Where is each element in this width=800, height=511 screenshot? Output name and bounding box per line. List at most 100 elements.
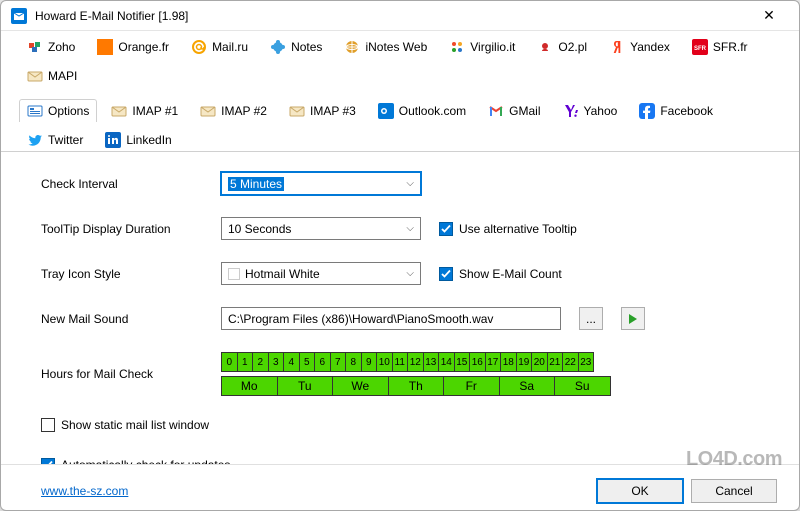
- titlebar: Howard E-Mail Notifier [1.98] ✕: [1, 1, 799, 31]
- hours-for-mail-check-label: Hours for Mail Check: [41, 367, 221, 381]
- imap-1-icon: [111, 103, 127, 119]
- tab-gmail[interactable]: GMail: [480, 99, 548, 122]
- hour-cell-22[interactable]: 22: [562, 352, 579, 372]
- tab-label: Virgilio.it: [470, 40, 515, 54]
- checkbox-icon: [41, 418, 55, 432]
- tab-options[interactable]: Options: [19, 99, 97, 122]
- show-static-mail-list-checkbox[interactable]: Show static mail list window: [41, 418, 209, 432]
- hour-cell-4[interactable]: 4: [283, 352, 300, 372]
- new-mail-sound-label: New Mail Sound: [41, 312, 221, 326]
- hour-cell-20[interactable]: 20: [531, 352, 548, 372]
- tab-virgilio-it[interactable]: Virgilio.it: [441, 35, 523, 58]
- tab-label: Outlook.com: [399, 104, 466, 118]
- close-button[interactable]: ✕: [749, 2, 789, 30]
- yandex-icon: [609, 39, 625, 55]
- tab-label: Twitter: [48, 133, 83, 147]
- tab-label: GMail: [509, 104, 540, 118]
- imap-2-icon: [200, 103, 216, 119]
- day-cell-th[interactable]: Th: [388, 376, 445, 396]
- hour-cell-2[interactable]: 2: [252, 352, 269, 372]
- play-sound-button[interactable]: [621, 307, 645, 330]
- tab-label: O2.pl: [558, 40, 587, 54]
- schedule-grid: 01234567891011121314151617181920212223 M…: [221, 352, 610, 396]
- tab-label: Mail.ru: [212, 40, 248, 54]
- tab-orange-fr[interactable]: Orange.fr: [89, 35, 177, 58]
- day-cell-sa[interactable]: Sa: [499, 376, 556, 396]
- gmail-icon: [488, 103, 504, 119]
- cancel-button[interactable]: Cancel: [691, 479, 777, 503]
- show-email-count-checkbox[interactable]: Show E-Mail Count: [439, 267, 562, 281]
- day-cell-fr[interactable]: Fr: [443, 376, 500, 396]
- tab-strip: Zoho Orange.fr Mail.ru Notes iNotes Web Virgi…: [1, 31, 799, 152]
- chevron-down-icon: ⌵: [406, 178, 414, 189]
- tab-facebook[interactable]: Facebook: [631, 99, 721, 122]
- tab-linkedin[interactable]: LinkedIn: [97, 128, 179, 151]
- tab-imap-2[interactable]: IMAP #2: [192, 99, 275, 122]
- hour-cell-10[interactable]: 10: [376, 352, 393, 372]
- hour-cell-13[interactable]: 13: [423, 352, 440, 372]
- tab-mapi[interactable]: MAPI: [19, 64, 85, 87]
- tab-mail-ru[interactable]: Mail.ru: [183, 35, 256, 58]
- tab-yandex[interactable]: Yandex: [601, 35, 678, 58]
- browse-sound-button[interactable]: ...: [579, 307, 603, 330]
- check-interval-select[interactable]: 5 Minutes ⌵: [221, 172, 421, 195]
- hour-cell-9[interactable]: 9: [361, 352, 378, 372]
- day-cell-mo[interactable]: Mo: [221, 376, 278, 396]
- hour-cell-16[interactable]: 16: [469, 352, 486, 372]
- tab-label: Yahoo: [584, 104, 618, 118]
- tab-label: MAPI: [48, 69, 77, 83]
- tab-label: IMAP #2: [221, 104, 267, 118]
- linkedin-icon: [105, 132, 121, 148]
- hour-cell-15[interactable]: 15: [454, 352, 471, 372]
- svg-text:SFR: SFR: [694, 46, 707, 52]
- hour-cell-17[interactable]: 17: [485, 352, 502, 372]
- tab-twitter[interactable]: Twitter: [19, 128, 91, 151]
- tooltip-duration-select[interactable]: 10 Seconds ⌵: [221, 217, 421, 240]
- hour-cell-12[interactable]: 12: [407, 352, 424, 372]
- ok-button[interactable]: OK: [597, 479, 683, 503]
- tooltip-duration-label: ToolTip Display Duration: [41, 222, 221, 236]
- dialog-footer: www.the-sz.com OK Cancel: [1, 464, 799, 510]
- tab-notes[interactable]: Notes: [262, 35, 330, 58]
- hour-cell-23[interactable]: 23: [578, 352, 595, 372]
- use-alt-tooltip-checkbox[interactable]: Use alternative Tooltip: [439, 222, 577, 236]
- day-cell-su[interactable]: Su: [554, 376, 611, 396]
- tab-zoho[interactable]: Zoho: [19, 35, 83, 58]
- hour-cell-3[interactable]: 3: [268, 352, 285, 372]
- tab-inotes-web[interactable]: iNotes Web: [336, 35, 435, 58]
- hour-cell-0[interactable]: 0: [221, 352, 238, 372]
- hour-cell-19[interactable]: 19: [516, 352, 533, 372]
- tab-outlook-com[interactable]: Outlook.com: [370, 99, 474, 122]
- hour-cell-7[interactable]: 7: [330, 352, 347, 372]
- hour-cell-8[interactable]: 8: [345, 352, 362, 372]
- hour-cell-21[interactable]: 21: [547, 352, 564, 372]
- tab-imap-3[interactable]: IMAP #3: [281, 99, 364, 122]
- hour-cell-11[interactable]: 11: [392, 352, 409, 372]
- o2-pl-icon: [537, 39, 553, 55]
- yahoo-icon: [563, 103, 579, 119]
- tab-label: Yandex: [630, 40, 670, 54]
- day-cell-tu[interactable]: Tu: [277, 376, 334, 396]
- hour-cell-6[interactable]: 6: [314, 352, 331, 372]
- hour-cell-14[interactable]: 14: [438, 352, 455, 372]
- day-cell-we[interactable]: We: [332, 376, 389, 396]
- chevron-down-icon: ⌵: [406, 223, 414, 234]
- sound-path-input[interactable]: [221, 307, 561, 330]
- hour-cell-18[interactable]: 18: [500, 352, 517, 372]
- mapi-icon: [27, 68, 43, 84]
- play-icon: [628, 314, 638, 324]
- tray-icon-style-select[interactable]: Hotmail White ⌵: [221, 262, 421, 285]
- hour-cell-5[interactable]: 5: [299, 352, 316, 372]
- orange-fr-icon: [97, 39, 113, 55]
- tray-icon-style-label: Tray Icon Style: [41, 267, 221, 281]
- tab-label: Zoho: [48, 40, 75, 54]
- tab-o2-pl[interactable]: O2.pl: [529, 35, 595, 58]
- website-link[interactable]: www.the-sz.com: [41, 484, 128, 498]
- tab-imap-1[interactable]: IMAP #1: [103, 99, 186, 122]
- tab-label: Facebook: [660, 104, 713, 118]
- tab-yahoo[interactable]: Yahoo: [555, 99, 626, 122]
- hour-cell-1[interactable]: 1: [237, 352, 254, 372]
- zoho-icon: [27, 39, 43, 55]
- notes-icon: [270, 39, 286, 55]
- tab-sfr-fr[interactable]: SFRSFR.fr: [684, 35, 756, 58]
